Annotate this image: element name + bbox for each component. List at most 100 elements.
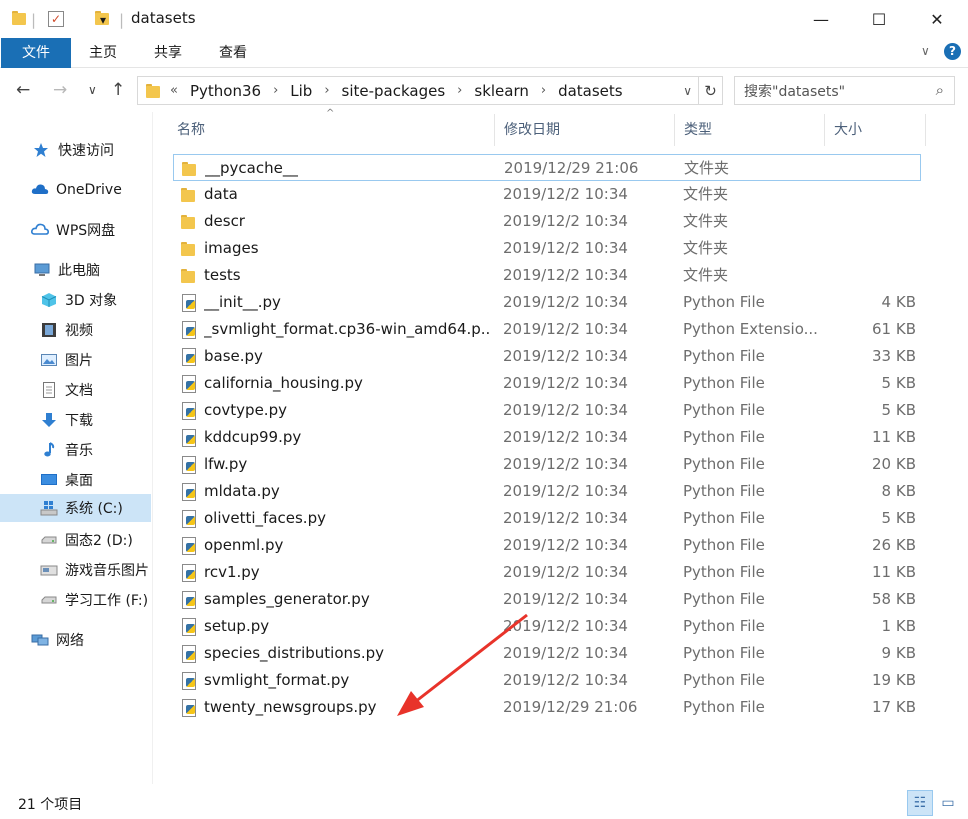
file-name: olivetti_faces.py: [204, 509, 326, 527]
tab-home[interactable]: 主页: [73, 38, 133, 68]
folder-icon: [182, 161, 198, 179]
tab-view[interactable]: 查看: [203, 38, 263, 68]
file-row[interactable]: kddcup99.py 2019/12/2 10:34 Python File 11 …: [173, 424, 921, 451]
chevron-right-icon[interactable]: ›: [324, 83, 329, 98]
sidebar-item-drive-c[interactable]: 系统 (C:): [0, 494, 151, 522]
large-icons-view-button[interactable]: ▭: [935, 790, 961, 816]
address-bar[interactable]: « Python36 › Lib › site-packages › sklea…: [137, 76, 699, 105]
maximize-button[interactable]: ☐: [850, 0, 908, 38]
file-date: 2019/12/2 10:34: [503, 509, 628, 527]
picture-icon: [40, 352, 58, 368]
overflow-icon[interactable]: «: [170, 83, 178, 98]
file-row[interactable]: twenty_newsgroups.py 2019/12/29 21:06 Pyth…: [173, 694, 921, 721]
file-row[interactable]: olivetti_faces.py 2019/12/2 10:34 Python F…: [173, 505, 921, 532]
file-name: base.py: [204, 347, 263, 365]
sidebar-item-label: 3D 对象: [65, 293, 118, 309]
file-row[interactable]: samples_generator.py 2019/12/2 10:34 Pytho…: [173, 586, 921, 613]
breadcrumb-lib[interactable]: Lib: [290, 82, 312, 100]
sidebar-item-drive-f[interactable]: 学习工作 (F:): [0, 586, 153, 614]
folder-row[interactable]: data 2019/12/2 10:34 文件夹: [173, 181, 921, 208]
file-row[interactable]: california_housing.py 2019/12/2 10:34 Pyth…: [173, 370, 921, 397]
refresh-button[interactable]: ↻: [699, 76, 723, 105]
sidebar-item-onedrive[interactable]: OneDrive: [0, 176, 153, 204]
file-row[interactable]: mldata.py 2019/12/2 10:34 Python File 8 KB: [173, 478, 921, 505]
close-button[interactable]: ✕: [908, 0, 966, 38]
ribbon-tabs: 文件 主页 共享 查看 ∨ ?: [0, 38, 968, 68]
sidebar-item-3d-objects[interactable]: 3D 对象: [0, 286, 153, 314]
breadcrumb-python36[interactable]: Python36: [190, 82, 261, 100]
file-list: __pycache__ 2019/12/29 21:06 文件夹 data 2019/1…: [173, 154, 921, 721]
up-icon[interactable]: ↑: [111, 80, 125, 100]
tab-file[interactable]: 文件: [1, 38, 71, 68]
sidebar-item-videos[interactable]: 视频: [0, 316, 153, 344]
file-type: Python File: [683, 455, 765, 473]
file-size: 8 KB: [881, 482, 916, 500]
file-type: Python File: [683, 590, 765, 608]
sidebar-item-documents[interactable]: 文档: [0, 376, 153, 404]
tab-share[interactable]: 共享: [138, 38, 198, 68]
sidebar-item-label: 此电脑: [58, 263, 100, 279]
column-header-date[interactable]: 修改日期: [495, 114, 675, 146]
toolbar-separator: |: [31, 11, 37, 29]
folder-row[interactable]: tests 2019/12/2 10:34 文件夹: [173, 262, 921, 289]
file-date: 2019/12/2 10:34: [503, 212, 628, 230]
sidebar-item-drive-e[interactable]: 游戏音乐图片: [0, 556, 153, 584]
folder-row[interactable]: __pycache__ 2019/12/29 21:06 文件夹: [173, 154, 921, 181]
expand-ribbon-icon[interactable]: ∨: [921, 44, 930, 58]
address-dropdown-icon[interactable]: ∨: [683, 84, 692, 98]
file-type: Python File: [683, 617, 765, 635]
file-row[interactable]: base.py 2019/12/2 10:34 Python File 33 KB: [173, 343, 921, 370]
column-header-size[interactable]: 大小: [825, 114, 926, 146]
file-row[interactable]: setup.py 2019/12/2 10:34 Python File 1 KB: [173, 613, 921, 640]
customize-toolbar-icon[interactable]: ▾: [100, 10, 106, 30]
sidebar-item-pictures[interactable]: 图片: [0, 346, 153, 374]
folder-row[interactable]: descr 2019/12/2 10:34 文件夹: [173, 208, 921, 235]
details-view-button[interactable]: ☷: [907, 790, 933, 816]
file-name: species_distributions.py: [204, 644, 384, 662]
chevron-right-icon[interactable]: ›: [541, 83, 546, 98]
file-row[interactable]: __init__.py 2019/12/2 10:34 Python File 4 K…: [173, 289, 921, 316]
file-type: Python File: [683, 482, 765, 500]
chevron-right-icon[interactable]: ›: [273, 83, 278, 98]
sidebar-item-label: 固态2 (D:): [65, 533, 133, 549]
breadcrumb-datasets[interactable]: datasets: [558, 82, 623, 100]
file-row[interactable]: _svmlight_format.cp36-win_amd64.p... 2019…: [173, 316, 921, 343]
search-input[interactable]: 搜索"datasets" ⌕: [734, 76, 955, 105]
breadcrumb-site-packages[interactable]: site-packages: [342, 82, 446, 100]
file-row[interactable]: covtype.py 2019/12/2 10:34 Python File 5 KB: [173, 397, 921, 424]
sidebar-item-downloads[interactable]: 下载: [0, 406, 153, 434]
folder-icon: [181, 187, 197, 205]
file-row[interactable]: rcv1.py 2019/12/2 10:34 Python File 11 KB: [173, 559, 921, 586]
sidebar-item-this-pc[interactable]: 此电脑: [0, 256, 153, 284]
minimize-button[interactable]: —: [792, 0, 850, 38]
sidebar-item-music[interactable]: 音乐: [0, 436, 153, 464]
file-row[interactable]: svmlight_format.py 2019/12/2 10:34 Python …: [173, 667, 921, 694]
breadcrumb-sklearn[interactable]: sklearn: [474, 82, 529, 100]
file-date: 2019/12/2 10:34: [503, 347, 628, 365]
chevron-right-icon[interactable]: ›: [457, 83, 462, 98]
sidebar-item-drive-d[interactable]: 固态2 (D:): [0, 526, 153, 554]
recent-locations-icon[interactable]: ∨: [88, 83, 97, 97]
folder-icon: [146, 83, 160, 99]
help-icon[interactable]: ?: [944, 43, 961, 60]
python-file-icon: [181, 429, 197, 447]
sidebar-item-desktop[interactable]: 桌面: [0, 466, 153, 494]
column-header-name[interactable]: 名称: [168, 114, 495, 146]
file-row[interactable]: lfw.py 2019/12/2 10:34 Python File 20 KB: [173, 451, 921, 478]
forward-icon[interactable]: →: [53, 80, 67, 100]
column-header-type[interactable]: 类型: [675, 114, 825, 146]
cloud-icon: [31, 182, 49, 198]
music-icon: [40, 442, 58, 458]
search-icon[interactable]: ⌕: [936, 81, 944, 99]
sidebar-item-network[interactable]: 网络: [0, 626, 153, 654]
back-icon[interactable]: ←: [16, 80, 30, 100]
sidebar-item-wps-drive[interactable]: WPS网盘: [0, 216, 153, 244]
folder-row[interactable]: images 2019/12/2 10:34 文件夹: [173, 235, 921, 262]
file-date: 2019/12/2 10:34: [503, 374, 628, 392]
file-size: [823, 181, 916, 208]
file-type: Python File: [683, 347, 765, 365]
file-row[interactable]: openml.py 2019/12/2 10:34 Python File 26 KB: [173, 532, 921, 559]
properties-icon[interactable]: ✓: [48, 11, 64, 27]
sidebar-item-quick-access[interactable]: 快速访问: [0, 136, 153, 164]
file-row[interactable]: species_distributions.py 2019/12/2 10:34 P…: [173, 640, 921, 667]
